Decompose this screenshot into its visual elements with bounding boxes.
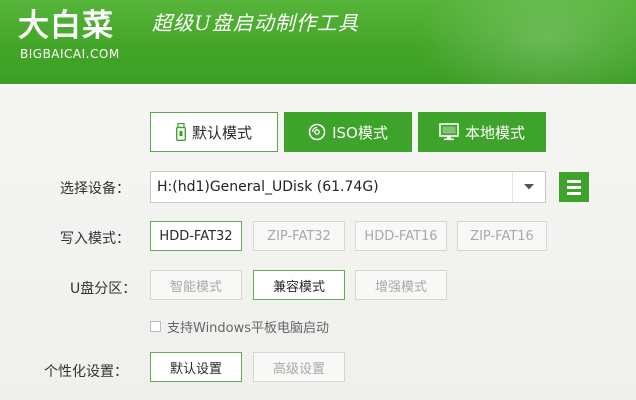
brand-name: 大白菜 <box>18 8 114 44</box>
header-shine-decoration <box>416 0 636 84</box>
header-banner: 大白菜 BIGBAICAI.COM 超级U盘启动制作工具 <box>0 0 636 84</box>
partition-smart-mode[interactable]: 智能模式 <box>150 270 242 300</box>
write-mode-zip-fat32[interactable]: ZIP-FAT32 <box>253 221 345 251</box>
partition-enhanced-mode[interactable]: 增强模式 <box>355 270 447 300</box>
device-menu-button[interactable] <box>559 172 589 202</box>
partition-compatible-mode[interactable]: 兼容模式 <box>253 270 345 300</box>
tablet-boot-checkbox[interactable] <box>150 320 161 332</box>
disc-icon <box>308 123 326 141</box>
device-select-value: H:(hd1)General_UDisk (61.74G) <box>157 179 379 195</box>
tab-default-mode-label: 默认模式 <box>191 123 252 142</box>
menu-icon-line <box>567 191 581 195</box>
write-mode-zip-fat16[interactable]: ZIP-FAT16 <box>457 221 547 251</box>
tab-local-mode-label: 本地模式 <box>464 123 525 142</box>
chevron-down-icon[interactable] <box>512 172 545 202</box>
personalize-advanced-button[interactable]: 高级设置 <box>253 352 345 382</box>
monitor-icon <box>439 123 459 141</box>
tab-iso-mode-label: ISO模式 <box>332 123 388 142</box>
tablet-boot-label: 支持Windows平板电脑启动 <box>167 320 330 336</box>
partition-label: U盘分区： <box>70 281 137 297</box>
usb-drive-icon <box>176 123 186 141</box>
brand-domain: BIGBAICAI.COM <box>20 47 120 61</box>
tab-local-mode[interactable]: 本地模式 <box>418 112 546 152</box>
tab-default-mode[interactable]: 默认模式 <box>150 112 278 152</box>
personalize-label: 个性化设置： <box>44 364 128 380</box>
device-select[interactable]: H:(hd1)General_UDisk (61.74G) <box>150 171 546 203</box>
brand-logo: 大白菜 BIGBAICAI.COM <box>18 6 138 76</box>
device-label: 选择设备： <box>60 181 130 197</box>
menu-icon-line <box>567 185 581 189</box>
menu-icon-line <box>567 179 581 183</box>
write-mode-label: 写入模式： <box>60 231 130 247</box>
write-mode-hdd-fat16[interactable]: HDD-FAT16 <box>355 221 447 251</box>
tablet-boot-option[interactable]: 支持Windows平板电脑启动 <box>150 317 330 336</box>
app-window: 大白菜 BIGBAICAI.COM 超级U盘启动制作工具 默认模式 ISO模式 … <box>0 0 636 400</box>
tab-iso-mode[interactable]: ISO模式 <box>284 112 412 152</box>
write-mode-hdd-fat32[interactable]: HDD-FAT32 <box>150 221 242 251</box>
header-slogan: 超级U盘启动制作工具 <box>152 11 359 35</box>
personalize-default-button[interactable]: 默认设置 <box>150 352 242 382</box>
